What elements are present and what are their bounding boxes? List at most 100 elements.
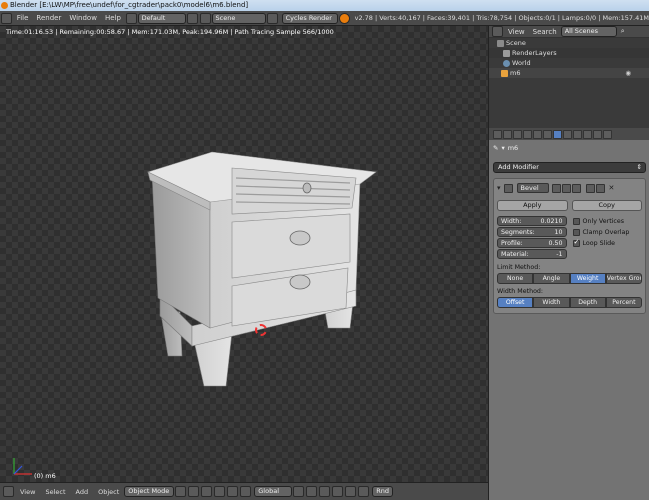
world-tab-icon[interactable] [523,129,532,139]
mode-select[interactable]: Object Mode [124,486,175,497]
checkbox-checked-icon [572,238,580,247]
nightstand-render [147,151,377,387]
add-layout-icon[interactable] [187,12,198,24]
orientation-select[interactable]: Global [254,486,293,497]
breadcrumb: ✎ ▾ m6 [493,142,646,154]
menu-view[interactable]: View [15,488,40,496]
modifier-header: ▾ Bevel ✕ [497,182,642,194]
layer-icon[interactable] [306,486,318,497]
loop-slide-checkbox[interactable]: Loop Slide [572,238,643,249]
width-offset-option[interactable]: Offset [497,297,534,308]
viewport-shading-icon[interactable] [175,486,187,497]
menu-window[interactable]: Window [65,14,101,22]
close-icon[interactable]: ✕ [609,184,615,192]
object-tab-icon[interactable] [533,129,542,139]
menu-file[interactable]: File [13,14,33,22]
texture-tab-icon[interactable] [583,129,592,139]
menu-add[interactable]: Add [71,488,94,496]
show-render-icon[interactable] [551,183,561,193]
3d-viewport[interactable]: Time:01:16.53 | Remaining:00:58.67 | Mem… [0,26,488,482]
move-down-icon[interactable] [595,183,605,193]
collapse-arrow-icon[interactable]: ▾ [497,184,501,192]
snap-icon[interactable] [345,486,357,497]
editor-type-icon[interactable] [3,486,14,497]
limit-angle-option[interactable]: Angle [533,273,570,284]
segments-field[interactable]: Segments: 10 [497,227,567,237]
outliner-display-select[interactable]: All Scenes [560,26,617,37]
editor-type-icon[interactable] [1,12,12,24]
close-icon[interactable] [266,12,278,24]
limit-vertex-group-option[interactable]: Vertex Group [605,273,642,284]
material-tab-icon[interactable] [573,129,582,139]
material-field[interactable]: Material: -1 [497,249,567,259]
3d-cursor-icon[interactable] [255,324,267,336]
modifiers-tab-icon[interactable] [553,129,562,139]
layer-icon[interactable] [332,486,344,497]
width-depth-option[interactable]: Depth [569,297,606,308]
limit-weight-option[interactable]: Weight [569,273,606,284]
menu-render[interactable]: Render [32,14,65,22]
scene-select[interactable]: Scene [211,12,266,24]
active-object-label: (0) m6 [34,472,56,480]
eye-icon[interactable]: ◉ [625,69,631,77]
particles-tab-icon[interactable] [593,129,602,139]
world-icon [503,59,510,67]
outliner-item-scene[interactable]: Scene [489,38,649,48]
layout-select[interactable]: Default [137,12,187,24]
only-vertices-checkbox[interactable]: Only Vertices [572,216,643,227]
width-method-label: Width Method: [497,288,544,295]
width-field[interactable]: Width: 0.0210 [497,216,567,226]
layer-icon[interactable] [293,486,305,497]
layer-icon[interactable] [319,486,331,497]
modifier-name-field[interactable]: Bevel [516,183,549,193]
screen-layout-icon[interactable] [125,12,137,24]
limit-method-selector: None Angle Weight Vertex Group [497,273,642,284]
render-engine-select[interactable]: Cycles Render [281,12,338,24]
outliner: Scene RenderLayers World m6 ◉ [489,38,649,128]
outliner-menu-search[interactable]: Search [529,28,561,36]
limit-none-option[interactable]: None [497,273,534,284]
rotate-icon[interactable] [227,486,239,497]
translate-icon[interactable] [214,486,226,497]
renderlayers-icon [503,49,510,57]
physics-tab-icon[interactable] [603,129,612,139]
scene-icon[interactable] [199,12,211,24]
width-percent-option[interactable]: Percent [605,297,642,308]
checkbox-icon [572,229,580,236]
editor-type-icon[interactable] [492,26,503,37]
manipulator-icon[interactable] [201,486,213,497]
pivot-point-icon[interactable] [188,486,200,497]
scene-tab-icon[interactable] [513,129,522,139]
modifier-properties: ✎ ▾ m6 Add Modifier ⇕ ▾ Bevel ✕ Apply Co… [489,140,649,500]
edit-mode-icon[interactable] [571,183,581,193]
clamp-overlap-checkbox[interactable]: Clamp Overlap [572,227,643,238]
move-up-icon[interactable] [585,183,595,193]
show-viewport-icon[interactable] [561,183,571,193]
menu-select[interactable]: Select [40,488,70,496]
menu-help[interactable]: Help [101,14,125,22]
menu-object[interactable]: Object [93,488,124,496]
bevel-modifier-icon [503,183,513,193]
outliner-item-world[interactable]: World [489,58,649,68]
render-tab-icon[interactable] [493,129,502,139]
outliner-item-m6[interactable]: m6 ◉ [489,68,649,78]
limit-method-label: Limit Method: [497,264,541,271]
render-preview-select[interactable]: Rnd [372,486,394,497]
pin-icon[interactable]: ✎ [493,144,498,152]
copy-button[interactable]: Copy [571,200,642,211]
constraints-tab-icon[interactable] [543,129,552,139]
render-icon[interactable] [358,486,370,497]
search-icon[interactable]: ⌕ [621,27,625,36]
right-panels: View Search All Scenes ⌕ Scene RenderLay… [488,26,649,500]
scale-icon[interactable] [240,486,252,497]
width-width-option[interactable]: Width [533,297,570,308]
outliner-item-renderlayers[interactable]: RenderLayers [489,48,649,58]
width-method-selector: Offset Width Depth Percent [497,297,642,308]
apply-button[interactable]: Apply [497,200,568,211]
add-modifier-dropdown[interactable]: Add Modifier ⇕ [493,162,646,173]
render-layers-tab-icon[interactable] [503,129,512,139]
outliner-header: View Search All Scenes ⌕ [489,26,649,38]
data-tab-icon[interactable] [563,129,572,139]
outliner-menu-view[interactable]: View [504,28,529,36]
profile-field[interactable]: Profile: 0.50 [497,238,567,248]
